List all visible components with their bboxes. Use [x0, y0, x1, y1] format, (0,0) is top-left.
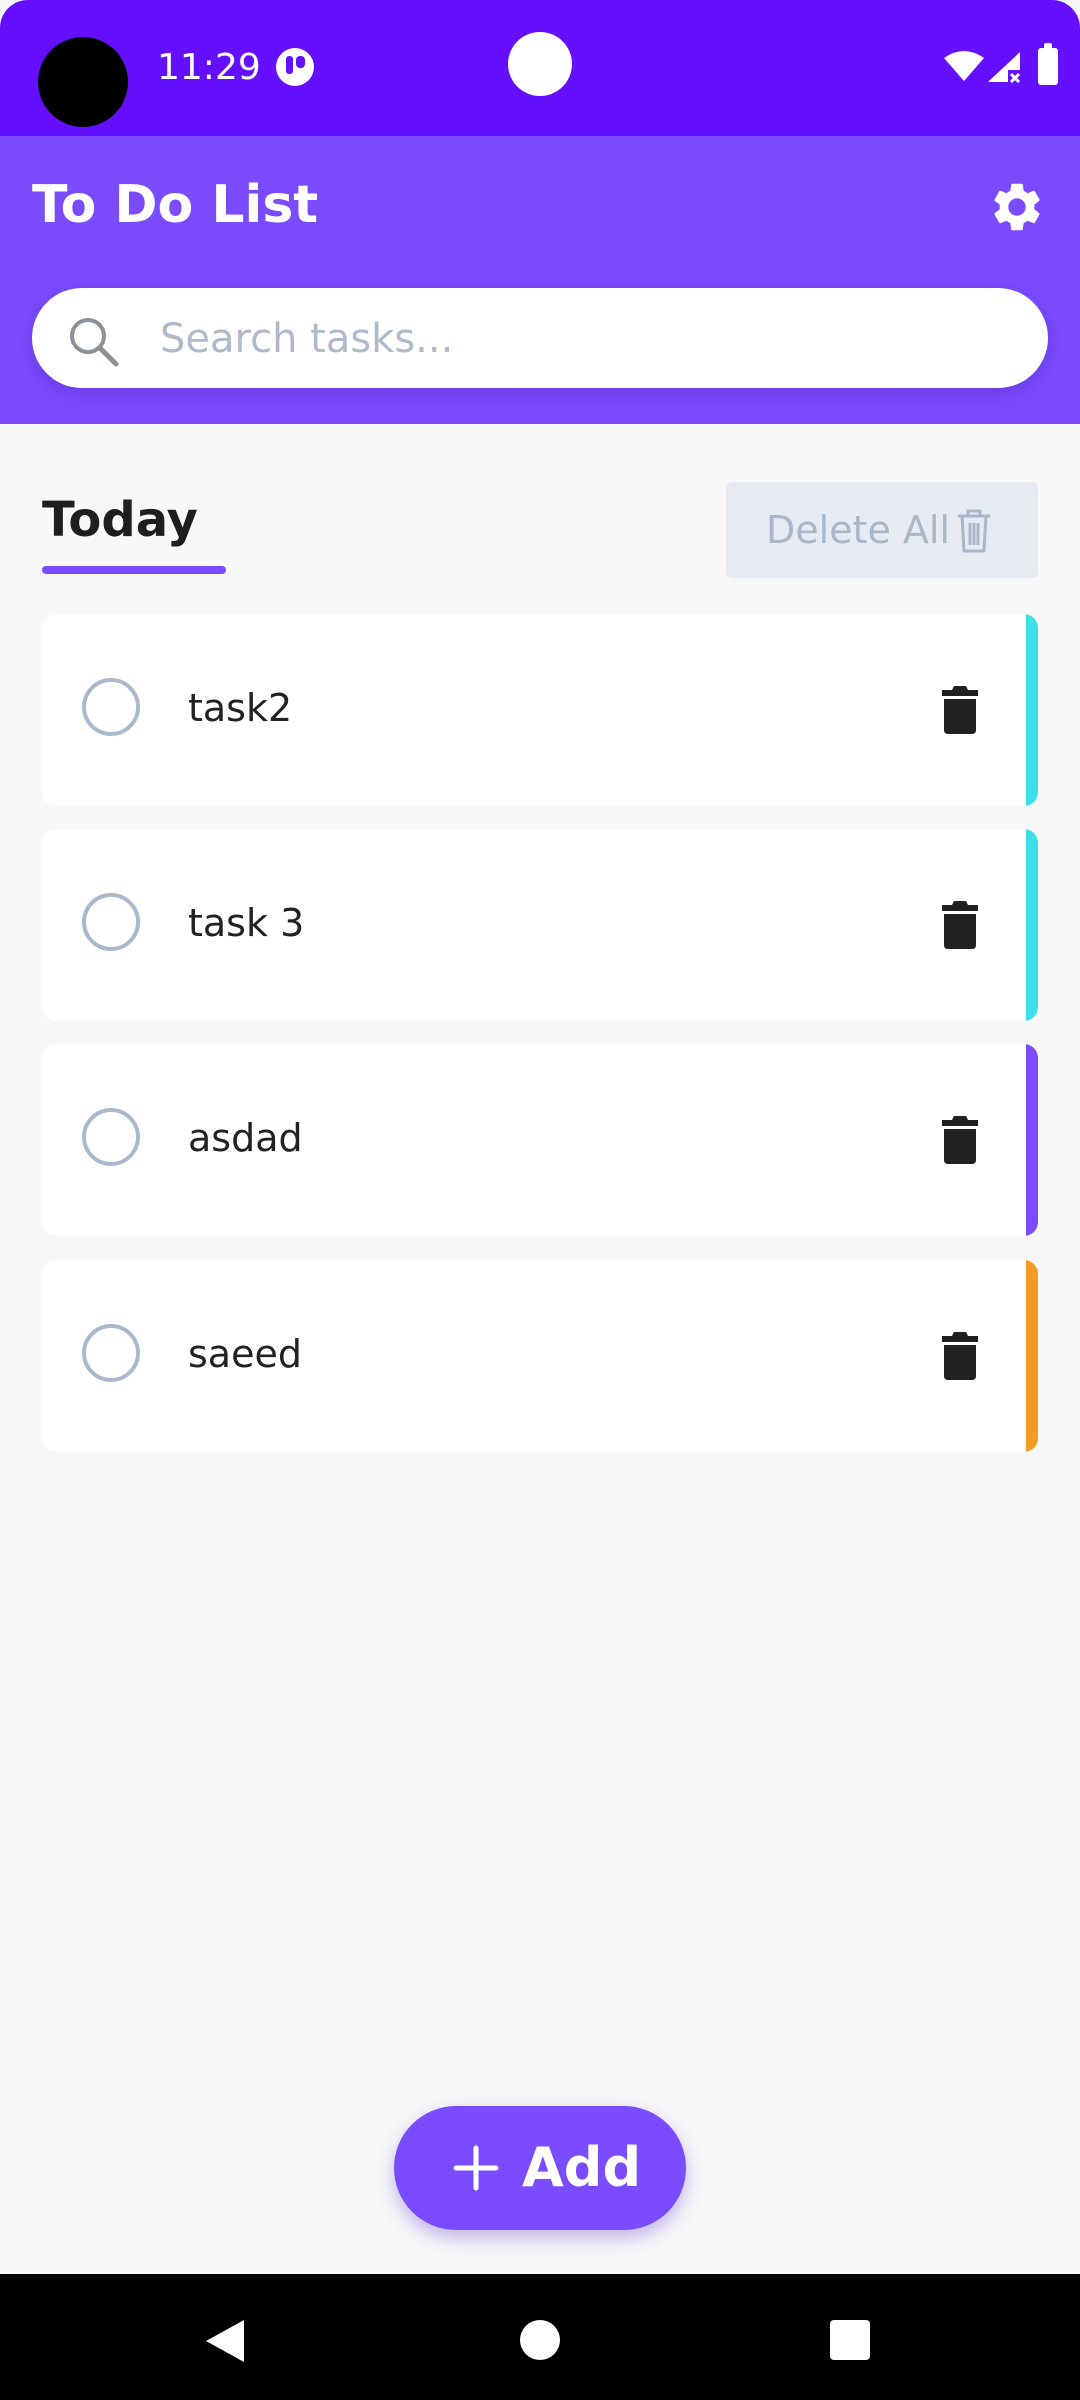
recents-icon[interactable] — [830, 2320, 870, 2360]
task-accent-bar — [1026, 1260, 1038, 1452]
section-title: Today — [42, 492, 198, 548]
back-icon[interactable] — [204, 2318, 248, 2364]
task-item[interactable]: saeed — [42, 1260, 1038, 1452]
task-accent-bar — [1026, 614, 1038, 806]
task-accent-bar — [1026, 1044, 1038, 1236]
task-label: asdad — [188, 1116, 303, 1160]
task-item[interactable]: task 3 — [42, 829, 1038, 1021]
task-label: task2 — [188, 686, 293, 730]
task-label: task 3 — [188, 901, 305, 945]
search-bar[interactable] — [32, 288, 1048, 388]
status-time: 11:29 — [157, 47, 261, 88]
add-task-button[interactable]: Add — [394, 2106, 686, 2230]
gear-icon[interactable] — [988, 178, 1046, 236]
task-accent-bar — [1026, 829, 1038, 1021]
trash-icon[interactable] — [940, 899, 980, 951]
add-button-label: Add — [522, 2136, 642, 2199]
wifi-icon — [944, 51, 984, 81]
trash-icon[interactable] — [940, 1114, 980, 1166]
task-checkbox[interactable] — [82, 1108, 140, 1166]
camera-cutout — [38, 37, 128, 127]
delete-all-label: Delete All — [766, 508, 951, 552]
delete-all-button[interactable]: Delete All — [726, 482, 1038, 578]
task-checkbox[interactable] — [82, 678, 140, 736]
trash-icon[interactable] — [940, 684, 980, 736]
notification-app-icon — [276, 48, 314, 86]
battery-icon — [1038, 43, 1058, 85]
task-label: saeed — [188, 1332, 302, 1376]
search-input[interactable] — [158, 308, 1022, 370]
trash-icon[interactable] — [940, 1330, 980, 1382]
home-icon[interactable] — [520, 2320, 560, 2360]
trash-outline-icon — [958, 509, 990, 553]
app-header: To Do List — [0, 136, 1080, 424]
signal-icon — [988, 52, 1021, 84]
task-checkbox[interactable] — [82, 1324, 140, 1382]
page-title: To Do List — [32, 175, 319, 235]
search-icon — [70, 318, 119, 367]
system-nav-bar — [0, 2274, 1080, 2400]
notification-dot-icon — [508, 32, 572, 96]
task-item[interactable]: task2 — [42, 614, 1038, 806]
plus-icon — [453, 2145, 499, 2191]
section-underline — [42, 566, 226, 574]
status-bar: 11:29 — [0, 0, 1080, 136]
task-item[interactable]: asdad — [42, 1044, 1038, 1236]
task-checkbox[interactable] — [82, 893, 140, 951]
